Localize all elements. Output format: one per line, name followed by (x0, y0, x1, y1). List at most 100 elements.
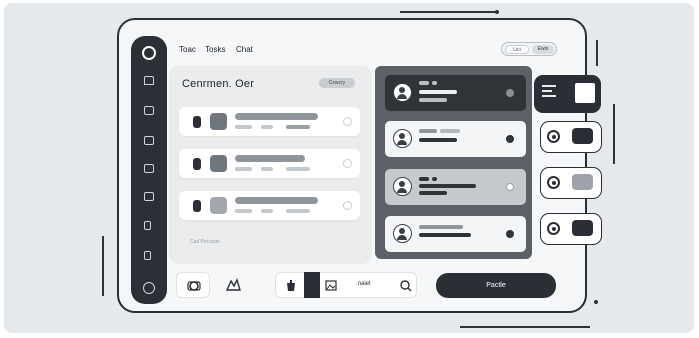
tab-chat[interactable]: Chat (236, 45, 253, 54)
item-meta-bar (261, 125, 273, 129)
list-item[interactable] (179, 191, 360, 220)
item-meta-bar (235, 167, 252, 171)
decorative-line (102, 236, 104, 296)
chat-meta-bar (432, 81, 437, 85)
radio-icon (547, 176, 560, 189)
item-meta-bar (286, 209, 310, 213)
thumbnail-icon (210, 113, 227, 130)
floating-card[interactable] (540, 167, 602, 199)
chat-meta-bar (432, 177, 437, 181)
bin-icon (287, 280, 295, 291)
sidebar-home-icon[interactable] (144, 76, 154, 85)
item-meta-bar (286, 125, 310, 129)
preview-line (542, 95, 556, 97)
sidebar-grid-icon[interactable] (144, 192, 154, 201)
item-meta-bar (235, 209, 252, 213)
floating-preview-card[interactable] (534, 75, 601, 113)
chat-preview-bar (419, 191, 447, 195)
thumbnail-icon (210, 155, 227, 172)
preview-line (542, 90, 552, 92)
preview-line (542, 85, 556, 87)
primary-action-button[interactable]: Pactle (436, 273, 556, 298)
decorative-dot (495, 10, 499, 14)
unread-dot (506, 135, 514, 143)
bullet-icon (193, 200, 201, 212)
item-meta-bar (261, 167, 273, 171)
unread-dot (506, 230, 514, 238)
bullet-icon (193, 158, 201, 170)
settings-icon[interactable] (143, 282, 155, 294)
unread-dot (506, 89, 514, 97)
chat-preview-bar (419, 98, 447, 102)
search-icon[interactable] (399, 273, 413, 299)
item-checkbox[interactable] (343, 117, 352, 126)
chat-meta-bar (440, 129, 460, 133)
radio-icon (547, 222, 560, 235)
toggle-list-button[interactable]: Lici (505, 45, 529, 54)
circle-logo-icon[interactable] (142, 46, 156, 60)
item-meta-bar (286, 167, 310, 171)
list-item[interactable] (179, 107, 360, 136)
item-checkbox[interactable] (343, 159, 352, 168)
floating-card[interactable] (540, 121, 602, 153)
chat-meta-bar (419, 81, 429, 85)
thumbnail-icon (572, 220, 593, 236)
search-bar[interactable] (275, 272, 417, 298)
sidebar-square-icon[interactable] (144, 136, 154, 145)
chat-name-bar (419, 225, 463, 229)
list-item[interactable] (179, 149, 360, 178)
chat-item[interactable] (385, 121, 526, 157)
chat-item[interactable] (385, 216, 526, 252)
tab-tasks[interactable]: Tosks (205, 45, 225, 54)
sidebar-briefcase-icon[interactable] (144, 106, 154, 115)
radio-icon (547, 130, 560, 143)
chat-name-bar (419, 184, 476, 188)
chat-name-bar (419, 90, 457, 94)
bullet-icon (193, 116, 201, 128)
item-title-bar (235, 155, 305, 162)
decorative-line (613, 104, 615, 164)
sidebar-bookmark-icon[interactable] (144, 221, 151, 230)
decorative-line (596, 40, 598, 66)
chat-meta-bar (419, 129, 437, 133)
item-meta-bar (235, 125, 252, 129)
camera-button[interactable] (176, 272, 210, 298)
user-avatar-icon (393, 177, 412, 196)
footer-caption: Cad Procssin (190, 239, 220, 245)
item-title-bar (235, 197, 318, 204)
decorative-dot (594, 300, 598, 304)
user-avatar-icon (393, 129, 412, 148)
view-toggle: Lici Ewin (501, 42, 557, 56)
page-title: Cenrmen. Oer (182, 78, 255, 90)
preview-thumbnail (575, 83, 595, 103)
chat-meta-bar (419, 177, 429, 181)
user-avatar-icon (393, 224, 412, 243)
chat-preview-bar (419, 233, 471, 237)
unread-dot (506, 183, 514, 191)
status-badge[interactable]: Cxwcry (319, 78, 355, 88)
item-meta-bar (261, 209, 273, 213)
camera-icon (187, 281, 201, 291)
search-divider (304, 272, 320, 298)
toggle-view-button[interactable]: Ewin (532, 45, 554, 54)
chat-item[interactable] (385, 169, 526, 205)
item-checkbox[interactable] (343, 201, 352, 210)
user-avatar-icon (393, 83, 412, 102)
thumbnail-icon (572, 174, 593, 190)
tools-icon (225, 278, 241, 291)
sidebar-window-icon[interactable] (144, 164, 154, 173)
tools-button[interactable] (216, 272, 250, 298)
decorative-line (460, 326, 590, 328)
chat-name-bar (419, 138, 457, 142)
sidebar (131, 36, 167, 304)
sidebar-tag-icon[interactable] (144, 251, 151, 260)
thumbnail-icon (210, 197, 227, 214)
floating-card[interactable] (540, 213, 602, 245)
decorative-line (400, 11, 496, 13)
tab-home[interactable]: Toac (179, 45, 196, 54)
item-title-bar (235, 113, 318, 120)
search-input[interactable]: .naiet (356, 281, 371, 287)
thumbnail-icon (572, 128, 593, 144)
image-icon (325, 280, 337, 291)
chat-item[interactable] (385, 75, 526, 111)
